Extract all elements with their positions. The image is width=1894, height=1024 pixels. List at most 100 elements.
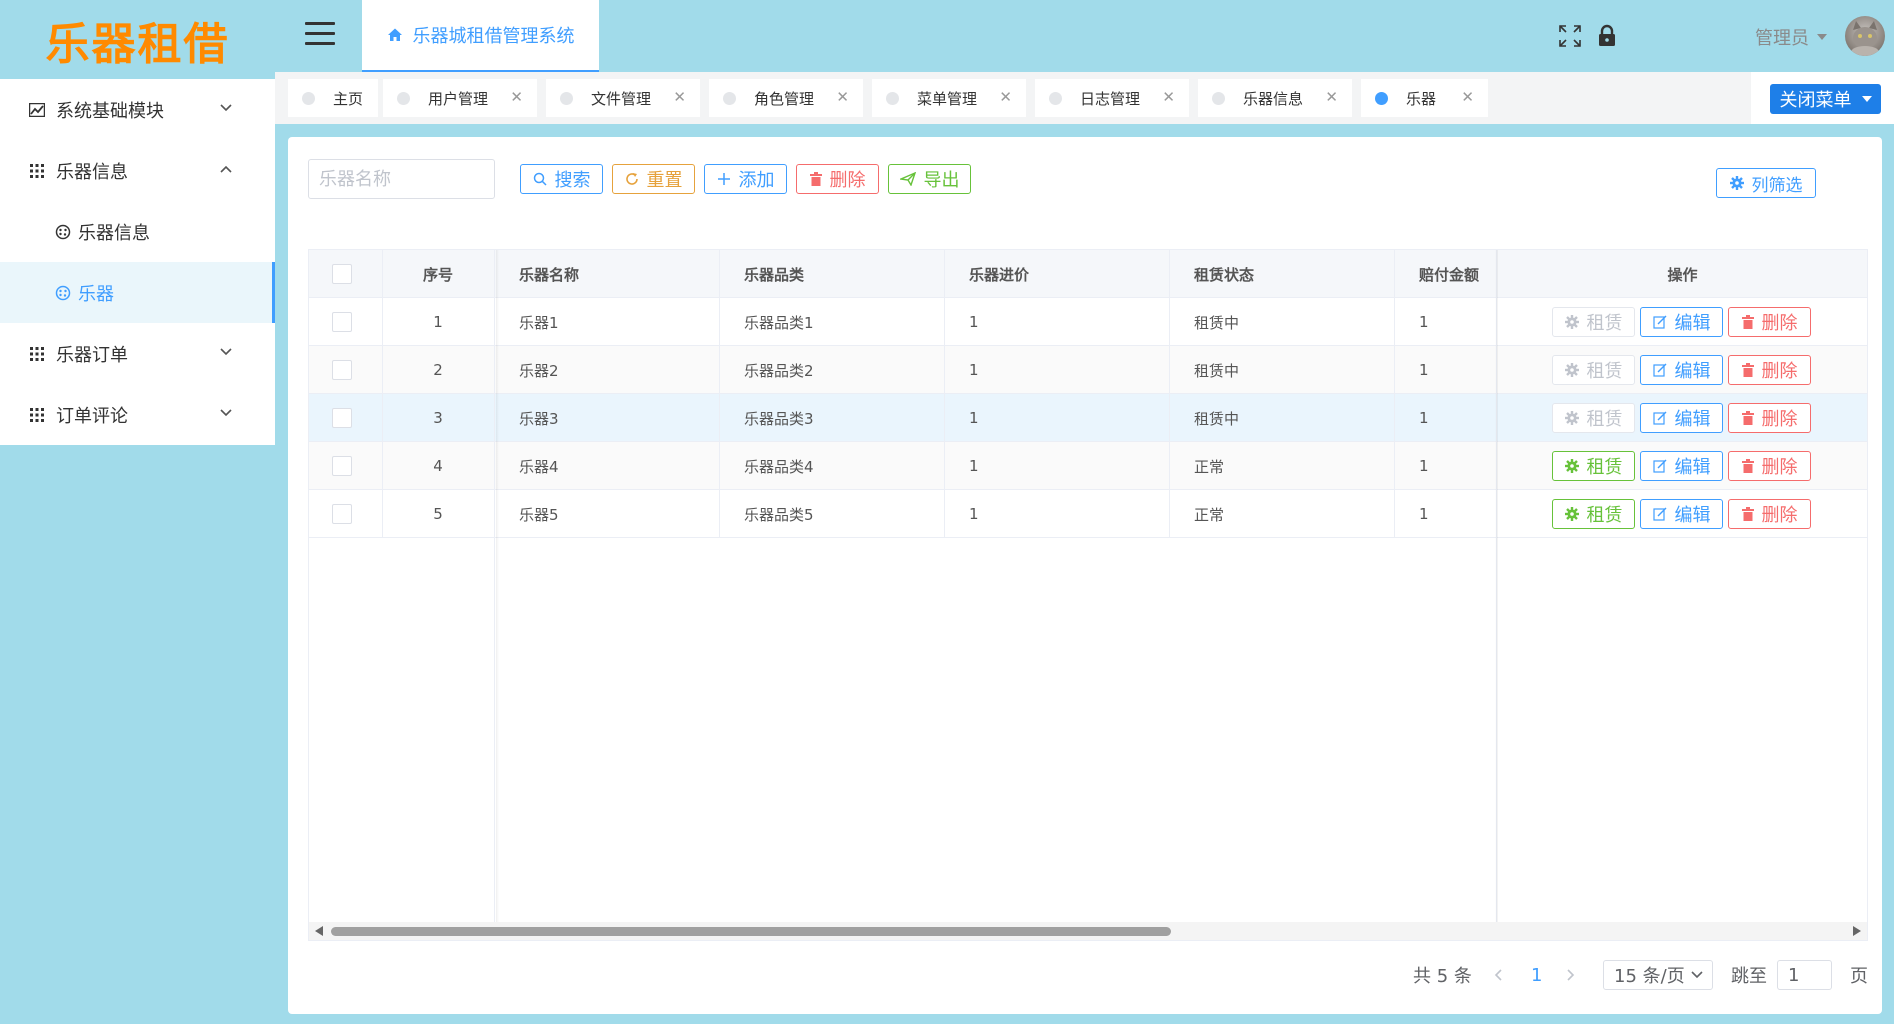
jump-page-input[interactable] — [1777, 960, 1832, 990]
batch-delete-button[interactable]: 删除 — [796, 164, 879, 194]
table-row[interactable]: 5 乐器5 乐器品类5 1 正常 1 租赁 编辑 删除 — [309, 490, 1867, 538]
row-checkbox[interactable] — [332, 408, 352, 428]
page-size-value: 15 条/页 — [1614, 966, 1685, 987]
page-size-select[interactable]: 15 条/页 — [1603, 960, 1713, 990]
close-icon[interactable]: ✕ — [1162, 90, 1175, 105]
table-header: 序号 乐器名称 乐器品类 乐器进价 租赁状态 赔付金额 操作 — [309, 250, 1867, 298]
gear-icon — [1729, 176, 1744, 190]
tag-menu-management[interactable]: 菜单管理 ✕ — [872, 79, 1026, 117]
home-icon — [387, 28, 402, 41]
sidebar-subitem-instrument-info[interactable]: 乐器信息 — [0, 201, 275, 262]
instrument-name-search-input[interactable] — [308, 159, 495, 199]
header-actions: 操作 — [1667, 265, 1698, 284]
caret-down-icon — [1861, 96, 1872, 102]
tag-instrument-info[interactable]: 乐器信息 ✕ — [1198, 79, 1352, 117]
delete-button[interactable]: 删除 — [1728, 499, 1811, 529]
tag-dot-icon — [723, 91, 736, 105]
edit-button[interactable]: 编辑 — [1640, 307, 1723, 337]
delete-button[interactable]: 删除 — [1728, 355, 1811, 385]
edit-label: 编辑 — [1674, 361, 1711, 382]
lock-icon[interactable] — [1595, 24, 1619, 48]
horizontal-scrollbar[interactable] — [309, 922, 1867, 940]
tag-instrument[interactable]: 乐器 ✕ — [1361, 79, 1488, 117]
edit-label: 编辑 — [1674, 313, 1711, 334]
next-page-icon[interactable] — [1566, 959, 1576, 991]
sidebar-item-instrument-info[interactable]: 乐器信息 — [0, 140, 275, 201]
row-checkbox[interactable] — [332, 360, 352, 380]
table-row[interactable]: 1 乐器1 乐器品类1 1 租赁中 1 租赁 编辑 删除 — [309, 298, 1867, 346]
tag-role-management[interactable]: 角色管理 ✕ — [709, 79, 863, 117]
scrollbar-thumb[interactable] — [331, 927, 1171, 936]
close-icon[interactable]: ✕ — [836, 90, 849, 105]
delete-button[interactable]: 删除 — [1728, 307, 1811, 337]
page-number[interactable]: 1 — [1531, 959, 1542, 991]
menu-toggle-icon[interactable] — [305, 22, 335, 46]
trash-icon — [1741, 507, 1754, 521]
table-row[interactable]: 2 乐器2 乐器品类2 1 租赁中 1 租赁 编辑 删除 — [309, 346, 1867, 394]
add-button[interactable]: 添加 — [704, 164, 787, 194]
rent-button-disabled[interactable]: 租赁 — [1552, 307, 1635, 337]
reset-button-label: 重置 — [646, 170, 683, 191]
sidebar-item-label: 订单评论 — [56, 405, 128, 427]
tag-home[interactable]: 主页 — [288, 79, 378, 117]
sidebar-subitem-instrument[interactable]: 乐器 — [0, 262, 275, 323]
header-home-tab[interactable]: 乐器城租借管理系统 — [362, 0, 599, 72]
scroll-left-icon[interactable] — [315, 926, 323, 936]
rent-label: 租赁 — [1586, 505, 1623, 526]
search-icon — [533, 172, 547, 186]
tag-log-management[interactable]: 日志管理 ✕ — [1035, 79, 1189, 117]
sidebar-item-instrument-orders[interactable]: 乐器订单 — [0, 323, 275, 384]
delete-button-label: 删除 — [829, 170, 866, 191]
edit-button[interactable]: 编辑 — [1640, 403, 1723, 433]
table-row[interactable]: 3 乐器3 乐器品类3 1 租赁中 1 租赁 编辑 删除 — [309, 394, 1867, 442]
column-divider — [1169, 250, 1170, 538]
select-all-checkbox[interactable] — [332, 264, 352, 284]
grid-icon — [28, 345, 46, 363]
tags-bar: 主页 用户管理 ✕ 文件管理 ✕ 角色管理 ✕ 菜单管理 ✕ 日志管理 ✕ 乐器… — [275, 72, 1894, 124]
fullscreen-icon[interactable] — [1558, 24, 1582, 48]
prev-page-icon[interactable] — [1493, 959, 1503, 991]
user-menu[interactable]: 管理员 — [1755, 24, 1827, 50]
avatar[interactable] — [1845, 16, 1885, 56]
palette-icon — [54, 284, 72, 302]
delete-label: 删除 — [1761, 313, 1798, 334]
rent-button-disabled[interactable]: 租赁 — [1552, 355, 1635, 385]
export-button[interactable]: 导出 — [888, 164, 971, 194]
edit-button[interactable]: 编辑 — [1640, 451, 1723, 481]
scroll-right-icon[interactable] — [1853, 926, 1861, 936]
tag-file-management[interactable]: 文件管理 ✕ — [546, 79, 700, 117]
row-checkbox[interactable] — [332, 504, 352, 524]
reset-button[interactable]: 重置 — [612, 164, 695, 194]
rent-button-disabled[interactable]: 租赁 — [1552, 403, 1635, 433]
header-select-all — [332, 250, 372, 298]
tag-user-management[interactable]: 用户管理 ✕ — [383, 79, 537, 117]
column-filter-button[interactable]: 列筛选 — [1716, 168, 1816, 198]
refresh-icon — [625, 173, 638, 185]
cell-index: 3 — [433, 409, 443, 427]
close-icon[interactable]: ✕ — [673, 90, 686, 105]
search-button[interactable]: 搜索 — [520, 164, 603, 194]
row-checkbox[interactable] — [332, 312, 352, 332]
delete-button[interactable]: 删除 — [1728, 451, 1811, 481]
column-divider — [494, 250, 495, 922]
edit-button[interactable]: 编辑 — [1640, 355, 1723, 385]
close-icon[interactable]: ✕ — [510, 90, 523, 105]
edit-button[interactable]: 编辑 — [1640, 499, 1723, 529]
rent-label: 租赁 — [1586, 457, 1623, 478]
delete-button[interactable]: 删除 — [1728, 403, 1811, 433]
close-icon[interactable]: ✕ — [1325, 90, 1338, 105]
close-icon[interactable]: ✕ — [999, 90, 1012, 105]
rent-button[interactable]: 租赁 — [1552, 499, 1635, 529]
sidebar-item-order-comments[interactable]: 订单评论 — [0, 384, 275, 445]
cell-name: 乐器2 — [519, 361, 559, 380]
close-icon[interactable]: ✕ — [1461, 90, 1474, 105]
rent-button[interactable]: 租赁 — [1552, 451, 1635, 481]
cell-category: 乐器品类1 — [744, 313, 814, 332]
row-select — [332, 442, 352, 490]
close-menu-button[interactable]: 关闭菜单 — [1770, 84, 1881, 114]
rent-label: 租赁 — [1586, 409, 1623, 430]
sidebar-item-system-base[interactable]: 系统基础模块 — [0, 79, 275, 140]
chevron-down-icon — [220, 348, 232, 356]
table-row[interactable]: 4 乐器4 乐器品类4 1 正常 1 租赁 编辑 删除 — [309, 442, 1867, 490]
row-checkbox[interactable] — [332, 456, 352, 476]
